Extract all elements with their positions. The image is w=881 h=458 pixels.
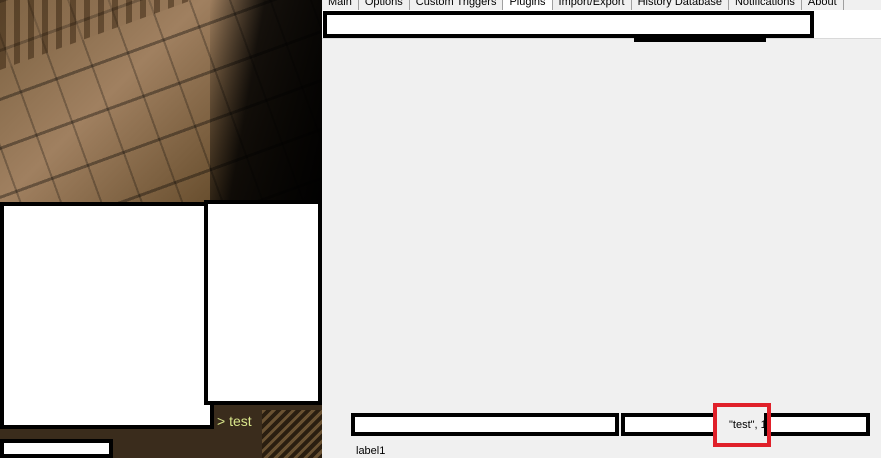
label1: label1 — [356, 445, 386, 457]
tab-about[interactable]: About — [801, 0, 844, 10]
tab-options[interactable]: Options — [358, 0, 410, 10]
redacted-input-3[interactable] — [764, 413, 870, 436]
tab-custom-triggers[interactable]: Custom Triggers — [409, 0, 504, 10]
redacted-input-2[interactable] — [621, 413, 717, 436]
highlight-box — [713, 403, 771, 447]
redacted-box-side — [204, 200, 322, 405]
tab-main[interactable]: Main — [322, 0, 359, 10]
game-screenshot: > test — [0, 0, 322, 458]
chat-line: > test — [217, 413, 252, 429]
tab-import-export[interactable]: Import/Export — [552, 0, 632, 10]
tab-notifications[interactable]: Notifications — [728, 0, 802, 10]
redacted-box-bottom — [0, 439, 113, 458]
tab-history-database[interactable]: History Database — [631, 0, 729, 10]
redacted-box-large — [0, 202, 214, 429]
tab-bar: Main Options Custom Triggers Plugins Imp… — [322, 0, 844, 10]
redacted-input-1[interactable] — [351, 413, 619, 436]
tab-plugins[interactable]: Plugins — [503, 0, 553, 10]
grate-image — [262, 410, 322, 458]
app-panel: Main Options Custom Triggers Plugins Imp… — [322, 0, 881, 458]
redacted-header-underline — [634, 34, 766, 42]
